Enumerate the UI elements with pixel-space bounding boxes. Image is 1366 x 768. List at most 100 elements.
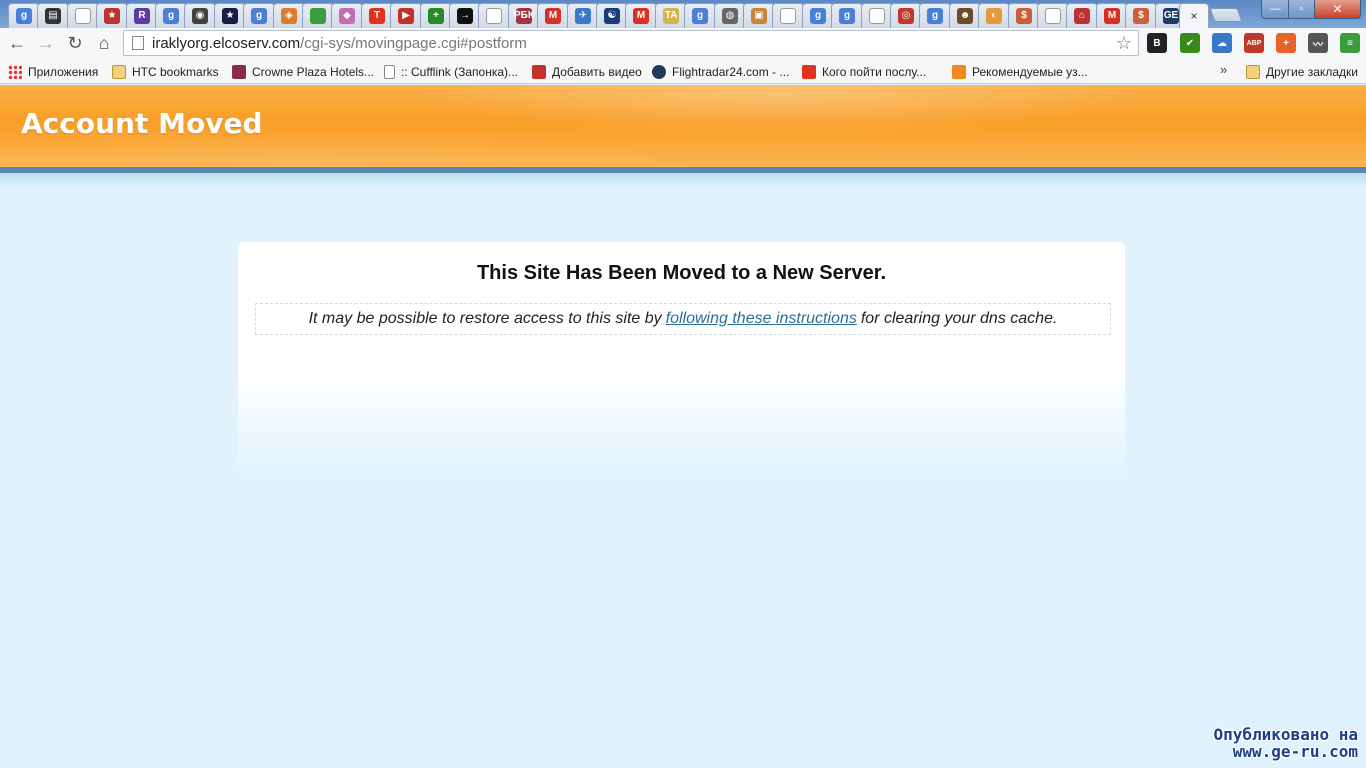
tab-close-icon[interactable]: ×	[1190, 9, 1197, 23]
bookmark-item[interactable]: :: Cufflink (Запонка)...	[384, 62, 518, 81]
adblock-icon[interactable]: ABP	[1244, 33, 1264, 53]
house-icon: ⌂	[1074, 8, 1090, 24]
page-icon	[780, 8, 796, 24]
bookmark-item[interactable]: HTC bookmarks	[112, 62, 219, 81]
bookmark-item[interactable]: Crowne Plaza Hotels...	[232, 62, 374, 81]
bookmark-item[interactable]: Рекомендуемые уз...	[952, 62, 1088, 81]
plus-square-icon[interactable]: +	[1276, 33, 1296, 53]
menu-icon[interactable]: ≡	[1340, 33, 1360, 53]
check-badge-icon[interactable]: ✔	[1180, 33, 1200, 53]
minimize-window-button[interactable]: —	[1261, 0, 1289, 19]
browser-tab[interactable]: M	[1096, 3, 1128, 28]
s-letter-icon	[802, 64, 816, 79]
browser-tab[interactable]: g	[243, 3, 275, 28]
browser-tab[interactable]: ▣	[743, 3, 775, 28]
browser-tab[interactable]: ★	[214, 3, 246, 28]
browser-tab[interactable]	[1037, 3, 1069, 28]
bookmark-label: Добавить видео	[552, 64, 642, 79]
browser-tab[interactable]: ▤	[37, 3, 69, 28]
bookmark-item[interactable]: Добавить видео	[532, 62, 642, 81]
plane-icon: ✈	[575, 8, 591, 24]
browser-tab[interactable]: g	[155, 3, 187, 28]
browser-tab[interactable]: g	[831, 3, 863, 28]
browser-tab[interactable]	[772, 3, 804, 28]
maximize-window-button[interactable]: ▫	[1288, 0, 1315, 19]
browser-tab[interactable]: ⌂	[1066, 3, 1098, 28]
bookmark-label: Рекомендуемые уз...	[972, 64, 1088, 79]
browser-tab[interactable]: $	[1008, 3, 1040, 28]
browser-tab[interactable]	[302, 3, 334, 28]
chart-line-icon[interactable]: 〰	[1308, 33, 1328, 53]
address-bar[interactable]: iraklyorg.elcoserv.com/cgi-sys/movingpag…	[123, 30, 1139, 56]
youtube-icon	[532, 64, 546, 79]
t-letter-icon: T	[369, 8, 385, 24]
url-host: iraklyorg.elcoserv.com	[152, 34, 301, 52]
browser-tab[interactable]: T	[361, 3, 393, 28]
browser-tab[interactable]: M	[537, 3, 569, 28]
google-icon: g	[16, 8, 32, 24]
bookmark-item[interactable]: Кого пойти послу...	[802, 62, 926, 81]
browser-tab[interactable]: $	[1125, 3, 1157, 28]
bookmark-label: Кого пойти послу...	[822, 64, 927, 79]
cloud-icon[interactable]: ☁	[1212, 33, 1232, 53]
browser-tab[interactable]: +	[420, 3, 452, 28]
page-heading: This Site Has Been Moved to a New Server…	[476, 262, 887, 284]
forward-button[interactable]: →	[34, 32, 58, 54]
browser-tab[interactable]: ✈	[567, 3, 599, 28]
browser-tab[interactable]: ◐	[978, 3, 1010, 28]
browser-tab[interactable]: ◈	[273, 3, 305, 28]
page-content: Account Moved This Site Has Been Moved t…	[0, 85, 1366, 768]
browser-tab[interactable]: ☯	[596, 3, 628, 28]
browser-tab[interactable]: g	[802, 3, 834, 28]
new-tab-button[interactable]	[1209, 8, 1243, 22]
folder-icon	[112, 64, 126, 79]
folder-icon	[1246, 64, 1260, 79]
browser-tab[interactable]: ☻	[949, 3, 981, 28]
browser-tab[interactable]: g	[919, 3, 951, 28]
browser-tab[interactable]: ▶	[390, 3, 422, 28]
browser-tab[interactable]: g	[684, 3, 716, 28]
bookmarks-more-button[interactable]: »	[1220, 62, 1227, 77]
doc-icon	[384, 64, 395, 79]
bookmark-item[interactable]: Flightradar24.com - ...	[652, 62, 789, 81]
yin-yang-icon: ☯	[604, 8, 620, 24]
browser-tab[interactable]: РБК	[508, 3, 540, 28]
banner-shadow	[0, 173, 1366, 187]
browser-toolbar: ← → ↻ ⌂ iraklyorg.elcoserv.com/cgi-sys/m…	[0, 28, 1366, 59]
active-browser-tab[interactable]: ×	[1179, 3, 1209, 28]
browser-tab[interactable]: g	[8, 3, 40, 28]
browser-tab[interactable]: ◆	[331, 3, 363, 28]
other-bookmarks-folder[interactable]: Другие закладки	[1246, 62, 1358, 81]
apps-icon	[8, 64, 22, 79]
bookmark-item[interactable]: Приложения	[8, 62, 98, 81]
watermark: Опубликовано на www.ge-ru.com	[1214, 726, 1359, 760]
ta-icon: TA	[663, 8, 679, 24]
browser-tab[interactable]: M	[625, 3, 657, 28]
browser-tab[interactable]: R	[126, 3, 158, 28]
photo-icon: ▣	[751, 8, 767, 24]
instructions-link[interactable]: following these instructions	[666, 310, 857, 328]
page-icon	[869, 8, 885, 24]
home-button[interactable]: ⌂	[92, 32, 116, 54]
reload-button[interactable]: ↻	[63, 32, 87, 54]
browser-tab[interactable]: TA	[655, 3, 687, 28]
star-badge-icon: ★	[104, 8, 120, 24]
browser-tab[interactable]: ◉	[184, 3, 216, 28]
browser-tab[interactable]: ◍	[714, 3, 746, 28]
hdd-icon: ▤	[45, 8, 61, 24]
browser-tab[interactable]	[861, 3, 893, 28]
dollar-sign-icon: $	[1133, 8, 1149, 24]
browser-tab[interactable]: →	[449, 3, 481, 28]
close-window-button[interactable]: ✕	[1314, 0, 1361, 19]
other-bookmarks-label: Другие закладки	[1266, 64, 1358, 79]
browser-tab[interactable]	[478, 3, 510, 28]
dollar-sign-icon: $	[1016, 8, 1032, 24]
bookmark-label: :: Cufflink (Запонка)...	[401, 64, 519, 79]
browser-tab[interactable]: ★	[96, 3, 128, 28]
b-letter-icon[interactable]: B	[1147, 33, 1167, 53]
browser-tab[interactable]: ◎	[890, 3, 922, 28]
back-button[interactable]: ←	[5, 32, 29, 54]
browser-tab[interactable]	[67, 3, 99, 28]
page-info-icon[interactable]	[132, 36, 144, 50]
bookmark-star-icon[interactable]: ☆	[1116, 33, 1132, 54]
